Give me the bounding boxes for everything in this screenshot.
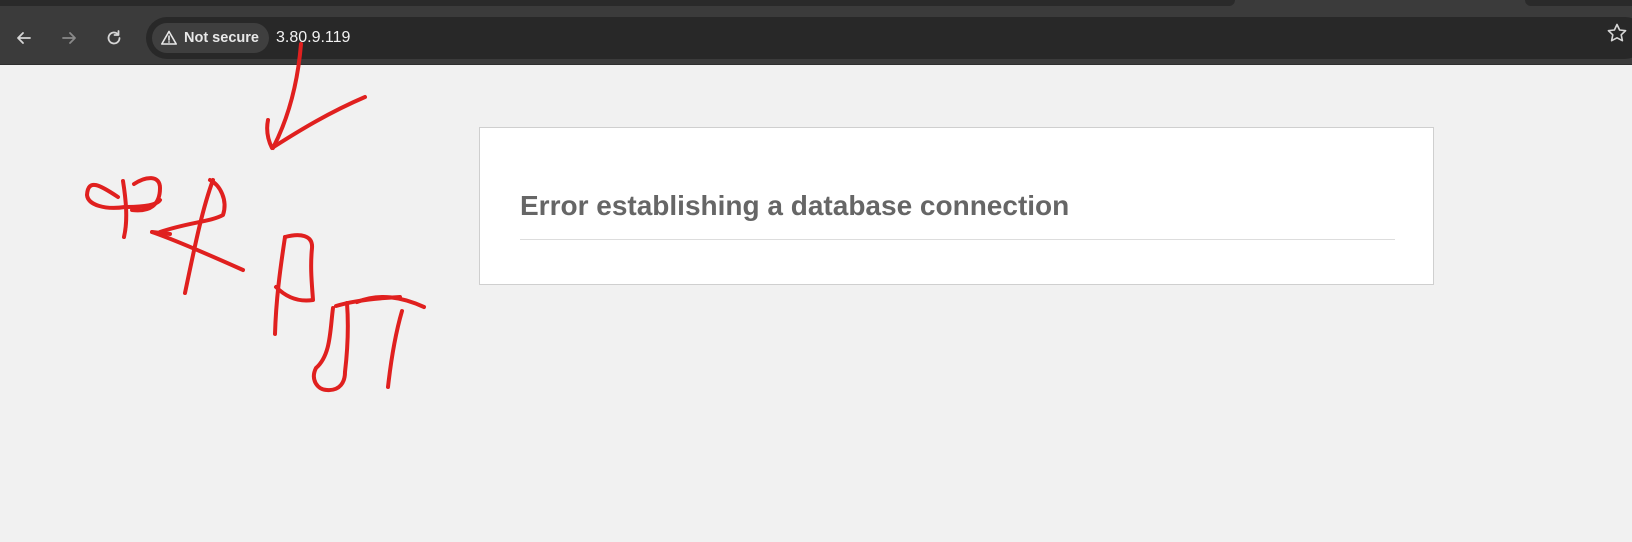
- error-panel: Error establishing a database connection: [479, 127, 1434, 285]
- security-chip[interactable]: Not secure: [152, 23, 269, 53]
- arrow-left-icon: [17, 32, 31, 44]
- address-bar[interactable]: Not secure 3.80.9.119: [146, 17, 1632, 59]
- arrow-right-icon: [62, 32, 76, 44]
- active-tab-edge[interactable]: [0, 0, 1235, 6]
- url-text[interactable]: 3.80.9.119: [276, 27, 350, 49]
- tab-strip: [0, 0, 1632, 12]
- error-title: Error establishing a database connection: [520, 190, 1070, 221]
- back-button[interactable]: [8, 22, 40, 54]
- reload-icon: [107, 30, 121, 45]
- browser-toolbar: Not secure 3.80.9.119: [0, 12, 1632, 65]
- warning-triangle-icon: [161, 30, 177, 45]
- forward-button[interactable]: [53, 22, 85, 54]
- star-icon[interactable]: [1606, 22, 1628, 44]
- divider: [520, 239, 1395, 240]
- security-label: Not secure: [184, 30, 259, 46]
- reload-button[interactable]: [98, 22, 130, 54]
- next-tab-edge[interactable]: [1525, 0, 1632, 6]
